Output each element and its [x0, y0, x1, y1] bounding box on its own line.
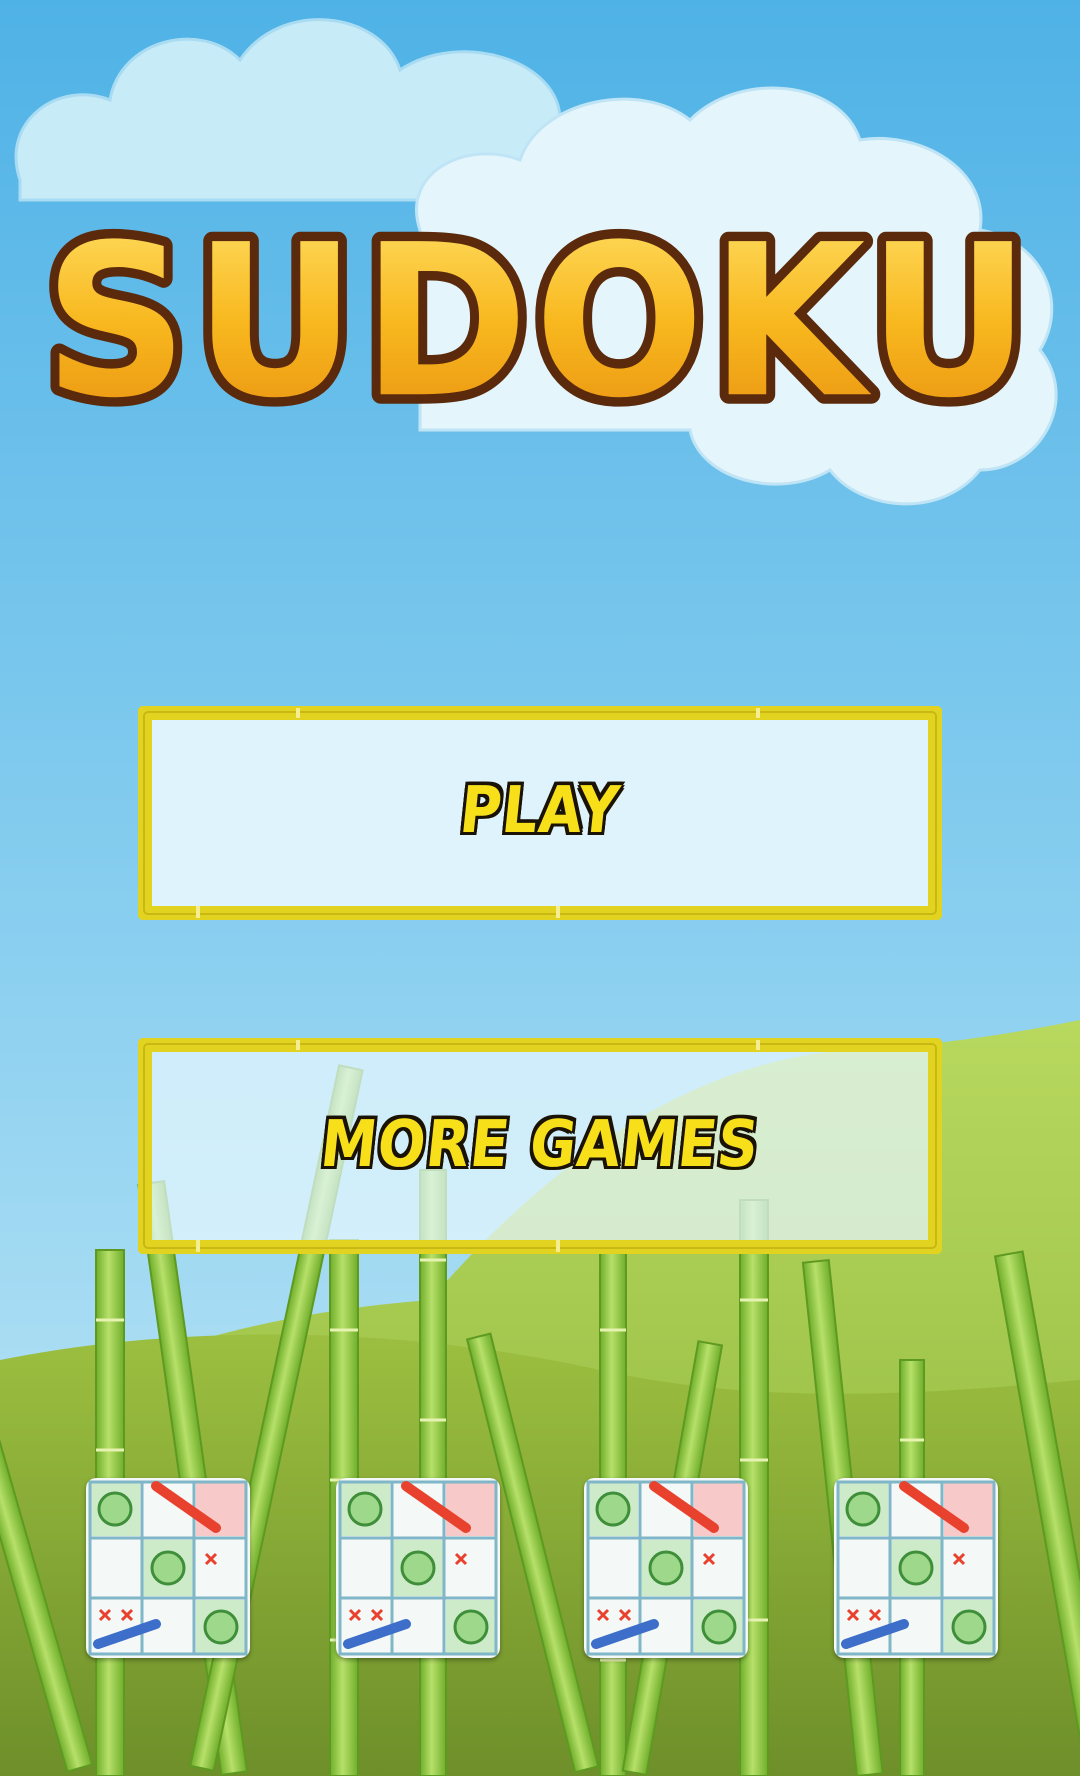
game-tile-4[interactable]	[834, 1478, 998, 1658]
game-tile-2[interactable]	[336, 1478, 500, 1658]
more-games-button[interactable]: MORE GAMES	[138, 1038, 942, 1254]
game-tile-1[interactable]	[86, 1478, 250, 1658]
sudoku-board-icon	[336, 1478, 500, 1658]
sudoku-board-icon	[834, 1478, 998, 1658]
title-text: SUDOKU	[44, 201, 1036, 440]
more-games-button-label: MORE GAMES	[317, 1107, 763, 1182]
play-button-label: PLAY	[456, 773, 624, 848]
sudoku-board-icon	[584, 1478, 748, 1658]
play-button[interactable]: PLAY	[138, 706, 942, 920]
sudoku-board-icon	[86, 1478, 250, 1658]
game-title: SUDOKU	[35, 191, 1040, 453]
game-tile-3[interactable]	[584, 1478, 748, 1658]
